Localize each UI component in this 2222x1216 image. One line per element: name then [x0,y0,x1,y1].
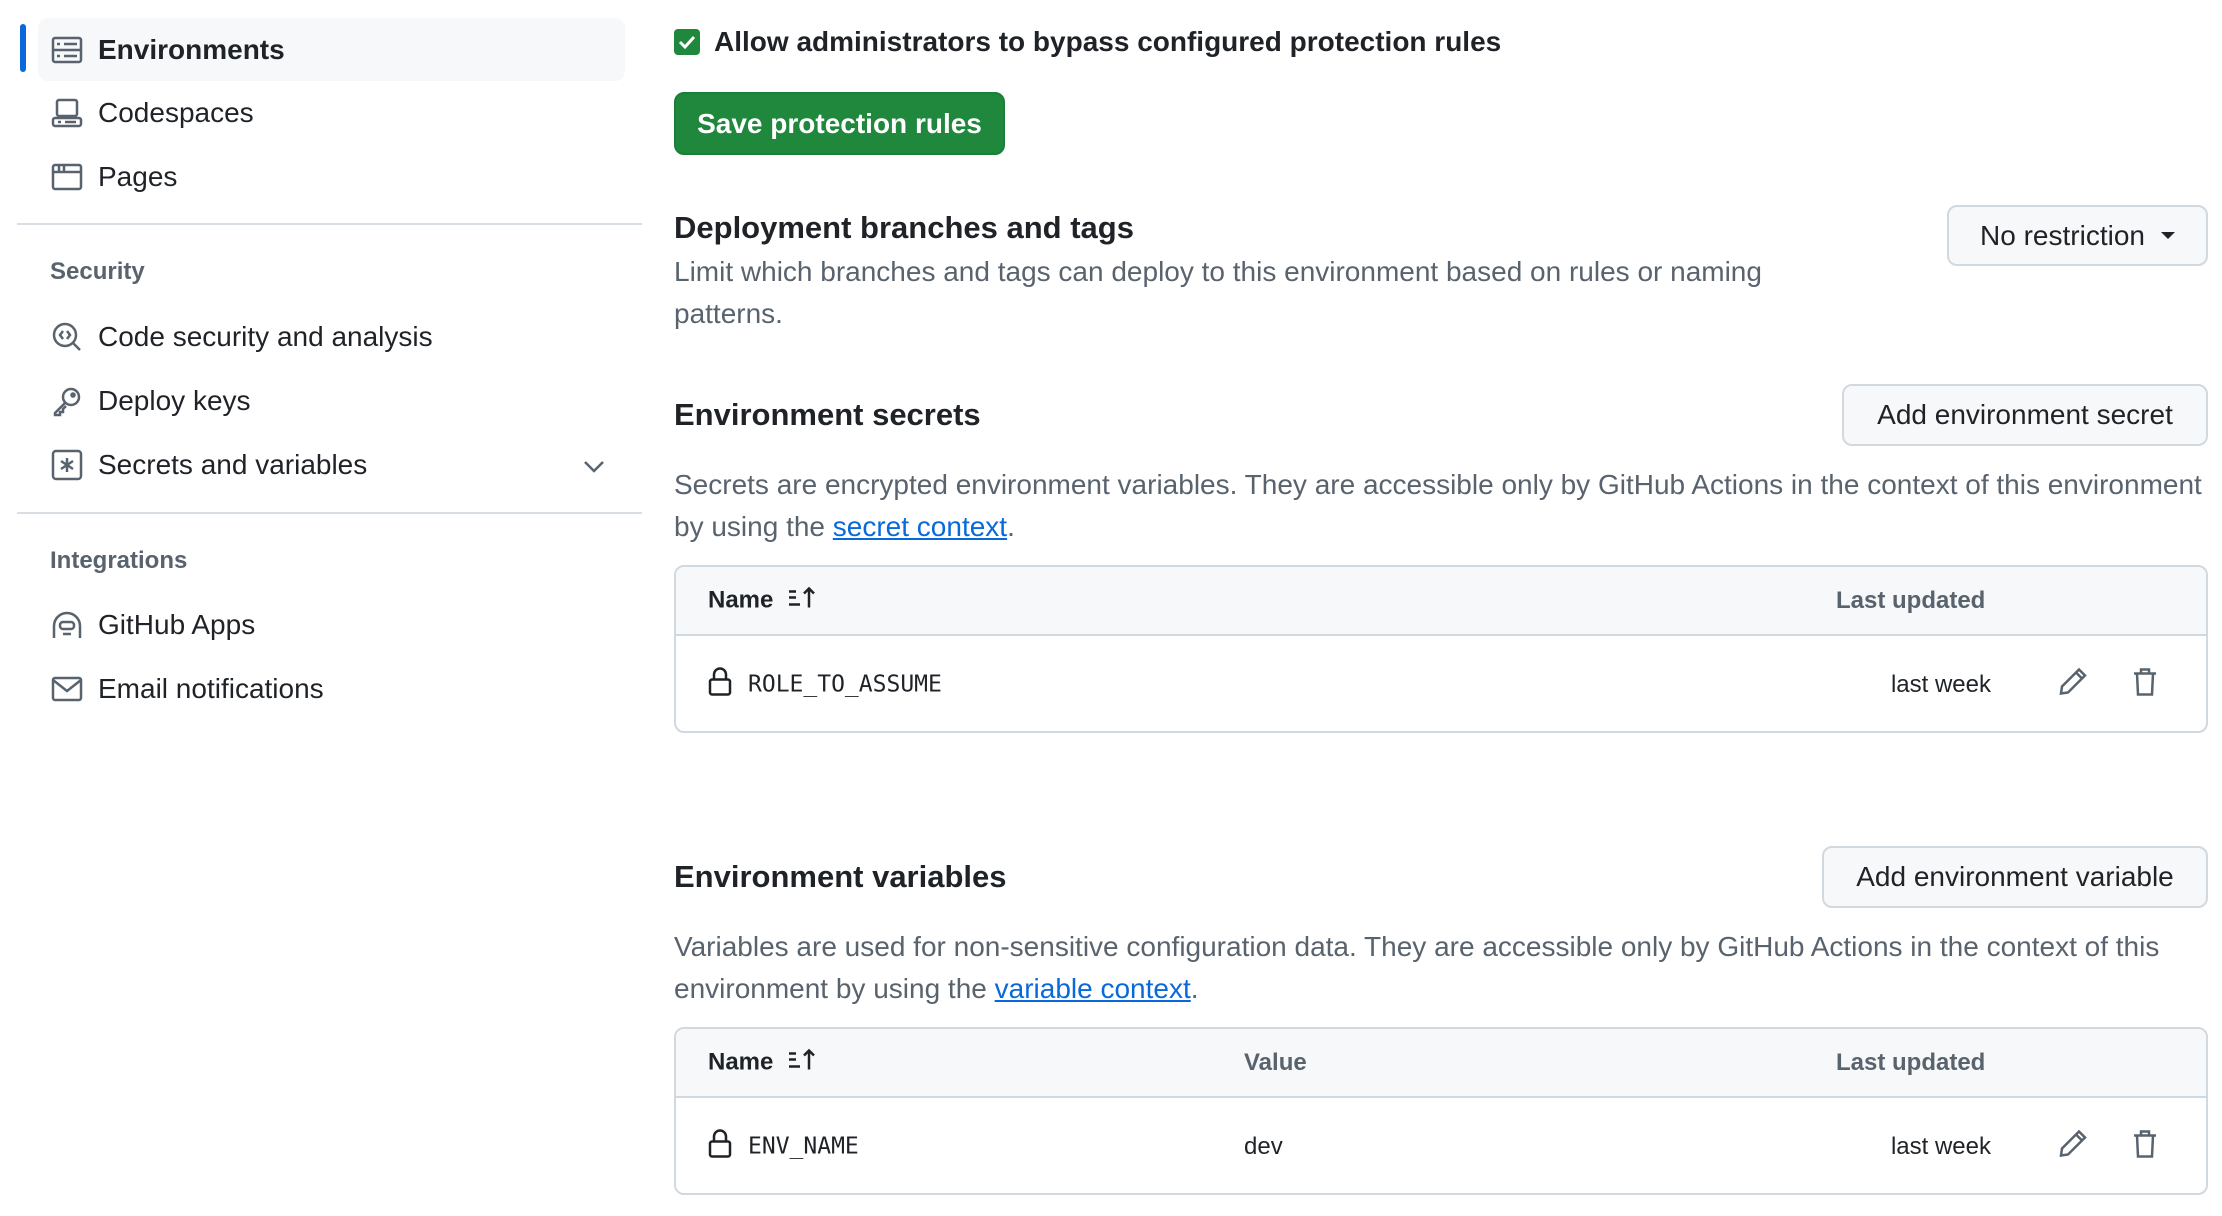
mail-icon [50,672,84,706]
lock-icon [708,1128,732,1165]
sidebar-item-label: Deploy keys [98,385,251,416]
admin-bypass-checkbox[interactable] [674,29,700,55]
edit-secret-button[interactable] [2058,666,2088,703]
sidebar-item-label: Secrets and variables [98,449,368,480]
sort-by-name[interactable]: Name [708,585,817,616]
sidebar-item-label: Email notifications [98,673,324,704]
secrets-table: Name Last updated ROLE_TO_ASSUME last we… [674,565,2208,733]
variables-description: Variables are used for non-sensitive con… [674,926,2208,1010]
sidebar-item-code-security[interactable]: Code security and analysis [38,309,625,365]
sidebar-group-security: Security [50,258,145,285]
delete-variable-button[interactable] [2132,1128,2158,1165]
trash-icon [2132,666,2158,703]
column-last-updated: Last updated [1836,586,1986,614]
sidebar-divider [17,223,642,225]
sidebar-item-environments[interactable]: Environments [38,22,625,78]
browser-icon [50,160,84,194]
sort-asc-icon [787,1047,817,1078]
secret-context-link[interactable]: secret context [833,511,1007,542]
sidebar-item-codespaces[interactable]: Codespaces [38,85,625,141]
desc-end: . [1190,973,1199,1004]
codescan-icon [50,320,84,354]
variable-last-updated: last week [1890,1132,1991,1160]
secret-name: ROLE_TO_ASSUME [748,671,942,698]
sidebar-item-label: Codespaces [98,97,254,128]
pencil-icon [2058,1128,2088,1165]
sidebar-item-github-apps[interactable]: GitHub Apps [38,597,625,653]
variable-name-cell: ENV_NAME [708,1128,859,1165]
sort-asc-icon [787,585,817,616]
admin-bypass-label: Allow administrators to bypass configure… [714,26,1502,57]
column-name: Name [708,586,774,614]
deployment-restriction-select[interactable]: No restriction [1947,205,2208,266]
delete-secret-button[interactable] [2132,666,2158,703]
secret-last-updated: last week [1890,670,1991,698]
variables-table: Name Value Last updated ENV_NAME dev las… [674,1027,2208,1195]
server-icon [50,33,84,67]
caret-down-icon [2160,232,2175,239]
sidebar-item-label: Code security and analysis [98,321,433,352]
variables-title: Environment variables [674,859,1007,894]
secrets-description: Secrets are encrypted environment variab… [674,464,2208,548]
trash-icon [2132,1128,2158,1165]
secret-name-cell: ROLE_TO_ASSUME [708,666,942,703]
chevron-down-icon[interactable] [583,449,605,481]
desc-end: . [1007,511,1015,542]
add-environment-variable-button[interactable]: Add environment variable [1822,846,2208,908]
sidebar-item-pages[interactable]: Pages [38,149,625,205]
desc-text: Variables are used for non-sensitive con… [674,931,2160,1004]
add-environment-secret-button[interactable]: Add environment secret [1842,384,2208,446]
select-value: No restriction [1980,219,2145,251]
apps-icon [50,608,84,642]
secrets-title: Environment secrets [674,397,981,432]
save-protection-rules-button[interactable]: Save protection rules [674,92,1005,155]
deployment-title: Deployment branches and tags [674,210,1134,245]
codespaces-icon [50,96,84,130]
table-header: Name Value Last updated [676,1029,2206,1098]
sidebar-item-email-notifications[interactable]: Email notifications [38,661,625,717]
key-asterisk-icon [50,448,84,482]
sort-by-name[interactable]: Name [708,1047,817,1078]
active-indicator [20,24,26,72]
sidebar-item-label: GitHub Apps [98,609,256,640]
edit-variable-button[interactable] [2058,1128,2088,1165]
column-value: Value [1244,1048,1307,1076]
pencil-icon [2058,666,2088,703]
table-header: Name Last updated [676,567,2206,636]
key-icon [50,384,84,418]
admin-bypass-row: Allow administrators to bypass configure… [674,26,1501,58]
lock-icon [708,666,732,703]
variable-context-link[interactable]: variable context [995,973,1191,1004]
sidebar-group-integrations: Integrations [50,547,188,574]
deployment-description: Limit which branches and tags can deploy… [674,256,1762,329]
sidebar-item-label: Environments [98,34,285,65]
column-last-updated: Last updated [1836,1048,1986,1076]
sidebar-divider [17,512,642,514]
table-row: ROLE_TO_ASSUME last week [676,636,2206,731]
column-name: Name [708,1048,774,1076]
sidebar-item-label: Pages [98,161,178,192]
variable-name: ENV_NAME [748,1133,859,1160]
variable-value: dev [1244,1132,1283,1160]
sidebar-item-secrets-and-variables[interactable]: Secrets and variables [38,437,625,493]
sidebar-item-deploy-keys[interactable]: Deploy keys [38,373,625,429]
table-row: ENV_NAME dev last week [676,1098,2206,1193]
